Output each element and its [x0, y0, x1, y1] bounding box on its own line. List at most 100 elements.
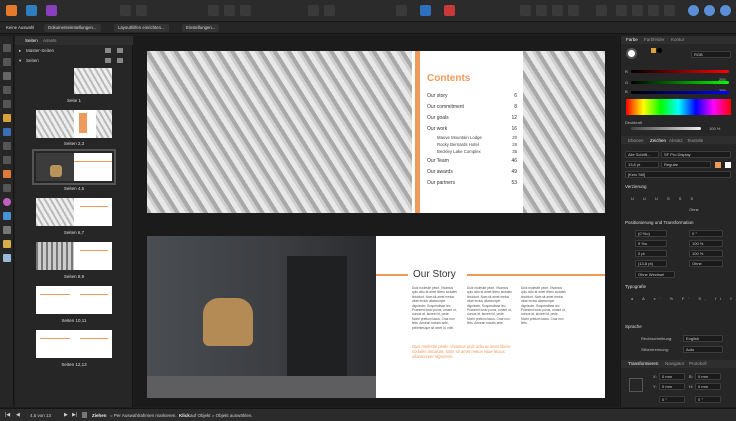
decoration-section[interactable]: Verzierung [625, 184, 647, 189]
next-page-icon[interactable]: ▶ [64, 412, 68, 418]
eyedropper-tool-icon[interactable] [3, 226, 11, 234]
grid-icon[interactable] [240, 5, 251, 16]
preview-icon[interactable] [224, 5, 235, 16]
photo-persona-icon[interactable] [46, 5, 57, 16]
shape-tool-icon[interactable] [3, 128, 11, 136]
tab-history[interactable]: Protokoll [689, 361, 707, 366]
decoration-buttons[interactable]: U U U S S S [631, 196, 697, 201]
add-master-icon[interactable] [105, 48, 111, 53]
add-page-icon[interactable] [105, 58, 111, 63]
typography-buttons[interactable]: a A x' ½ F' S, fi f. [631, 296, 736, 301]
text-color-swatch-icon[interactable] [715, 162, 721, 168]
r-slider[interactable] [631, 70, 729, 73]
tab-layers[interactable]: Ebenen [628, 138, 644, 143]
page-thumb-2-3[interactable] [36, 110, 112, 138]
frame-icon[interactable] [420, 5, 431, 16]
delete-master-icon[interactable] [117, 48, 123, 53]
w-field[interactable]: 0 mm [695, 373, 721, 380]
page-thumb-4-5[interactable] [32, 149, 116, 185]
fill-swatch-icon[interactable] [626, 48, 637, 59]
eye-icon[interactable] [396, 5, 407, 16]
page-thumb-6-7[interactable] [36, 198, 112, 226]
page-tool-icon[interactable] [3, 72, 11, 80]
pages-header[interactable]: Seiten [26, 58, 39, 63]
crop-tool-icon[interactable] [3, 184, 11, 192]
artistic-text-tool-icon[interactable] [3, 100, 11, 108]
typography-section[interactable]: Typografie [625, 284, 646, 289]
rotation-field[interactable]: 0 ° [689, 230, 723, 237]
prev-page-icon[interactable]: ◀ [16, 412, 20, 418]
tab-navigator[interactable]: Navigator [665, 361, 684, 366]
hscale-field[interactable]: 100 % [689, 240, 723, 247]
frame-text-tool-icon[interactable] [3, 86, 11, 94]
document-settings-button[interactable]: Dokumenteinstellungen... [44, 24, 101, 32]
arrange-up-icon[interactable] [308, 5, 319, 16]
tracking-field[interactable]: 9 %o [635, 240, 667, 247]
spread-our-story[interactable]: Our Story Duis molestie pede. Vivamus qu… [147, 236, 605, 398]
master-pages-header[interactable]: Master-Seiten [26, 48, 54, 53]
arrange-down-icon[interactable] [324, 5, 335, 16]
group-icon[interactable] [552, 5, 563, 16]
settings-icon[interactable] [120, 5, 131, 16]
delete-page-icon[interactable] [117, 58, 123, 63]
spread-contents[interactable]: Contents Our story 6 Our commitment 8 Our … [147, 51, 605, 213]
font-size-field[interactable]: 13,8 pt [625, 161, 659, 168]
picture-frame-tool-icon[interactable] [3, 142, 11, 150]
designer-persona-icon[interactable] [26, 5, 37, 16]
master-pages-expand-icon[interactable]: ▸ [19, 48, 21, 54]
font-scope-select[interactable]: Alle Schrift... [625, 151, 659, 158]
last-page-icon[interactable]: ▶| [72, 412, 77, 418]
shear-transform-field[interactable]: 0 ° [695, 396, 721, 403]
page-thumb-10-11[interactable] [36, 286, 112, 314]
language-section[interactable]: Sprache [625, 324, 642, 329]
spelling-select[interactable]: English [683, 335, 723, 342]
tab-text-styles[interactable]: Textstile [687, 138, 703, 143]
view-mode-icon[interactable] [208, 5, 219, 16]
ellipse-tool-icon[interactable] [3, 170, 11, 178]
hyphenation-select[interactable]: Auto [683, 346, 723, 353]
tab-stroke[interactable]: Kontur [671, 37, 684, 42]
first-page-icon[interactable]: |◀ [5, 412, 10, 418]
fill-tool-icon[interactable] [3, 198, 11, 206]
zoom-tool-icon[interactable] [3, 254, 11, 262]
hand-tool-icon[interactable] [3, 240, 11, 248]
distribute-icon[interactable] [536, 5, 547, 16]
position-section[interactable]: Positionierung und Transformation [625, 220, 694, 225]
font-family-select[interactable]: SF Pro Display [661, 151, 731, 158]
table-tool-icon[interactable] [3, 156, 11, 164]
vscale-field[interactable]: 100 % [689, 250, 723, 257]
page-menu-icon[interactable] [82, 412, 87, 418]
studio-icon[interactable] [704, 5, 715, 16]
publisher-persona-icon[interactable] [6, 5, 17, 16]
preferences-button[interactable]: Einstellungen... [182, 24, 220, 32]
link-icon[interactable] [444, 5, 455, 16]
style-select[interactable]: [Kein Stil] [625, 171, 731, 178]
share-icon[interactable] [720, 5, 731, 16]
snapping-icon[interactable] [136, 5, 147, 16]
g-slider[interactable] [631, 81, 729, 84]
anchor-grid-icon[interactable] [629, 378, 643, 392]
page-thumb-1[interactable] [74, 68, 112, 94]
align-icon[interactable] [520, 5, 531, 16]
assistant-icon[interactable] [688, 5, 699, 16]
eyedropper-icon[interactable] [651, 48, 656, 53]
b-slider[interactable] [631, 91, 729, 94]
node-tool-icon[interactable] [3, 58, 11, 66]
shear-field[interactable]: Ohne [689, 260, 723, 267]
kerning-field[interactable]: (0 %o) [635, 230, 667, 237]
transform-icon[interactable] [616, 5, 627, 16]
color-spectrum[interactable] [626, 99, 731, 115]
move-tool-icon[interactable] [3, 44, 11, 52]
ungroup-icon[interactable] [568, 5, 579, 16]
tab-color[interactable]: Farbe [626, 37, 638, 42]
opacity-slider[interactable] [631, 127, 701, 130]
h-field[interactable]: 0 mm [695, 383, 721, 390]
rotate-icon[interactable] [648, 5, 659, 16]
color-mode-select[interactable]: RGB [691, 51, 731, 58]
y-field[interactable]: 0 mm [659, 383, 685, 390]
rotation-transform-field[interactable]: 0 ° [659, 396, 685, 403]
font-weight-select[interactable]: Regular [661, 161, 711, 168]
case-select[interactable]: Ohne Wechsel [635, 271, 675, 278]
text-wrap-icon[interactable] [596, 5, 607, 16]
page-thumb-12-13[interactable] [36, 330, 112, 358]
